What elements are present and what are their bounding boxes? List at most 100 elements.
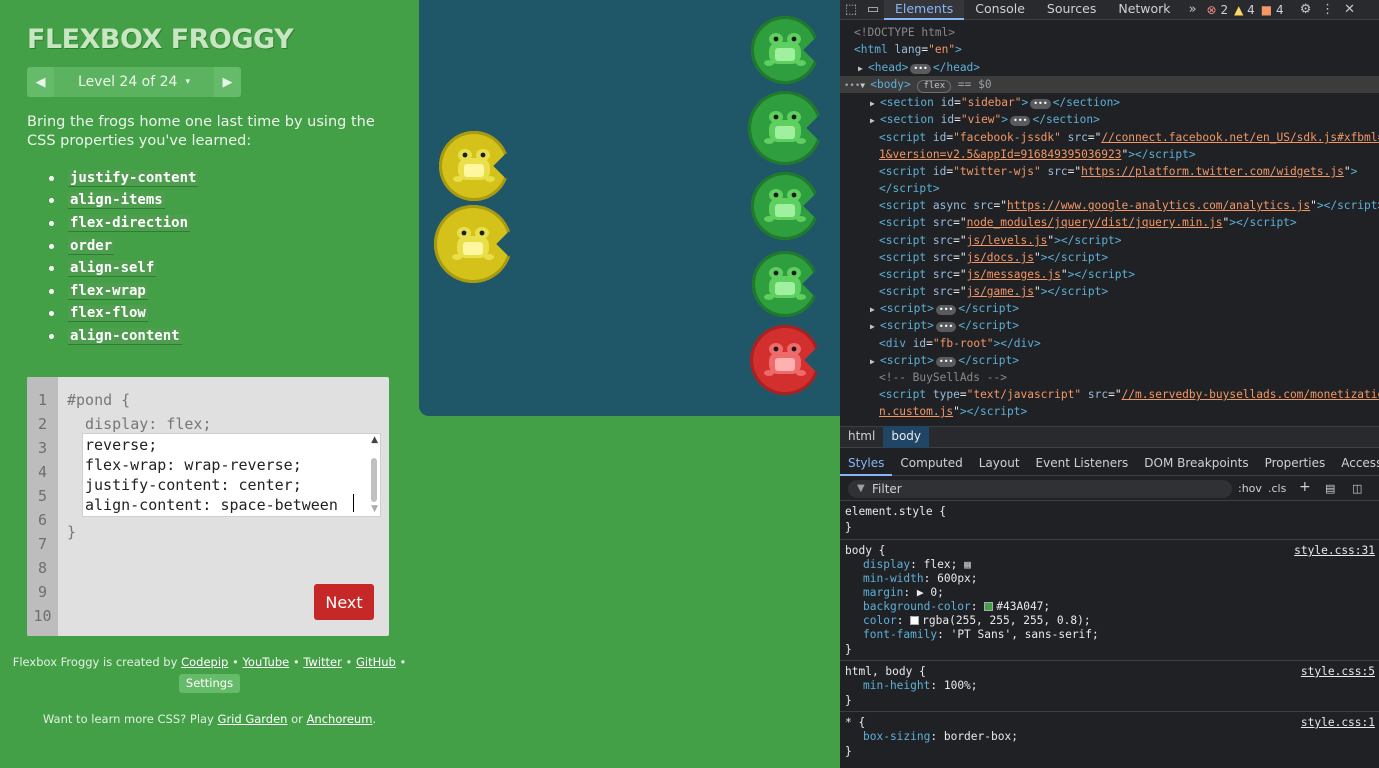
textarea-scrollbar[interactable]: ▲ ▼ (367, 434, 380, 516)
css-property[interactable]: font-family: 'PT Sans', sans-serif; (863, 628, 1099, 642)
github-link[interactable]: GitHub (356, 655, 396, 669)
rule-source-link[interactable]: style.css:1 (1301, 716, 1375, 730)
expand-arrow-icon[interactable]: ▶ (870, 95, 880, 112)
issue-count[interactable]: ■ 4 (1258, 3, 1287, 17)
script-link[interactable]: node_modules/jquery/dist/jquery.min.js (967, 216, 1223, 229)
rule-source-link[interactable]: style.css:5 (1301, 665, 1375, 679)
error-count[interactable]: ⊗ 2 (1204, 3, 1232, 17)
paint-icon[interactable]: ▤ (1325, 482, 1335, 495)
dom-node[interactable]: ▶ <script> ••• </script> (840, 300, 1379, 317)
tab-event-listeners[interactable]: Event Listeners (1028, 452, 1137, 476)
flex-badge[interactable]: flex (917, 80, 952, 93)
more-tabs-icon[interactable]: » (1182, 2, 1204, 17)
filter-input[interactable]: ▼ Filter (848, 480, 1232, 498)
class-toggle[interactable]: .cls (1268, 482, 1286, 495)
tab-network[interactable]: Network (1107, 0, 1181, 20)
dom-node[interactable]: <!DOCTYPE html> (840, 24, 1379, 41)
tab-styles[interactable]: Styles (840, 452, 893, 476)
property-flex-flow[interactable]: flex-flow (68, 305, 148, 323)
youtube-link[interactable]: YouTube (242, 655, 289, 669)
property-flex-direction[interactable]: flex-direction (68, 214, 191, 232)
scroll-down-icon[interactable]: ▼ (371, 504, 378, 514)
dom-node[interactable]: ▶ <script> ••• </script> (840, 352, 1379, 369)
expand-arrow-icon[interactable]: ▶ (870, 112, 880, 129)
grid-garden-link[interactable]: Grid Garden (218, 712, 288, 726)
script-link[interactable]: js/messages.js (967, 268, 1061, 281)
tab-elements[interactable]: Elements (884, 0, 965, 20)
next-button[interactable]: Next (314, 584, 374, 620)
css-property[interactable]: background-color: #43A047; (863, 600, 1050, 614)
anchoreum-link[interactable]: Anchoreum (307, 712, 373, 726)
warning-count[interactable]: ▲ 4 (1231, 3, 1258, 17)
css-property[interactable]: display: flex; ▦ (863, 558, 971, 572)
property-align-content[interactable]: align-content (68, 327, 182, 345)
property-align-self[interactable]: align-self (68, 260, 157, 278)
property-align-items[interactable]: align-items (68, 192, 165, 210)
dom-node[interactable]: <script src="js/docs.js"></script> (840, 249, 1379, 266)
tab-properties[interactable]: Properties (1257, 452, 1334, 476)
ellipsis-icon[interactable]: ••• (935, 322, 957, 332)
scroll-up-icon[interactable]: ▲ (371, 435, 378, 445)
css-property[interactable]: min-width: 600px; (863, 572, 978, 586)
tab-console[interactable]: Console (964, 0, 1036, 20)
property-order[interactable]: order (68, 237, 115, 255)
device-toolbar-icon[interactable]: ▭ (862, 2, 884, 17)
color-swatch[interactable] (910, 616, 920, 625)
dom-node[interactable]: <html lang="en"> (840, 41, 1379, 58)
collapse-arrow-icon[interactable]: ▼ (860, 77, 870, 94)
twitter-link[interactable]: Twitter (303, 655, 342, 669)
script-link[interactable]: 1&version=v2.5&appId=916849395036923 (879, 148, 1121, 161)
dom-node[interactable]: <script async src="https://www.google-an… (840, 197, 1379, 214)
dom-node[interactable]: 1&version=v2.5&appId=916849395036923"></… (840, 146, 1379, 163)
script-link[interactable]: //connect.facebook.net/en_US/sdk.js#xfbm… (1101, 131, 1379, 144)
tab-computed[interactable]: Computed (892, 452, 970, 476)
scroll-thumb[interactable] (371, 458, 377, 502)
breadcrumb-html[interactable]: html (840, 426, 883, 448)
tab-sources[interactable]: Sources (1036, 0, 1107, 20)
ellipsis-icon[interactable]: ••• (910, 64, 931, 74)
dom-node[interactable]: </script> (840, 180, 1379, 197)
expand-arrow-icon[interactable]: ▶ (870, 318, 880, 335)
dom-node[interactable]: <!-- BuySellAds --> (840, 369, 1379, 386)
sidebar-toggle-icon[interactable]: ◫ (1352, 482, 1362, 495)
script-link[interactable]: js/game.js (967, 285, 1034, 298)
script-link[interactable]: n.custom.js (879, 405, 953, 418)
prev-level-arrow-icon[interactable]: ◀ (27, 67, 54, 97)
close-icon[interactable]: ✕ (1339, 2, 1361, 17)
dom-node[interactable]: ▶ <section id="sidebar"> ••• </section> (840, 94, 1379, 111)
script-link[interactable]: https://www.google-analytics.com/analyti… (1007, 199, 1310, 212)
property-flex-wrap[interactable]: flex-wrap (68, 282, 148, 300)
settings-button[interactable]: Settings (178, 674, 241, 693)
ellipsis-icon[interactable]: ••• (935, 357, 957, 367)
dom-node[interactable]: ▶ <section id="view"> ••• </section> (840, 111, 1379, 128)
add-rule-icon[interactable]: + (1299, 479, 1311, 495)
inspect-element-icon[interactable]: ⬚ (840, 2, 862, 17)
tab-accessibility[interactable]: Accessibility (1333, 452, 1379, 476)
dom-node[interactable]: <script type="text/javascript" src="//m.… (840, 386, 1379, 403)
ellipsis-icon[interactable]: ••• (1030, 99, 1051, 109)
script-link[interactable]: js/docs.js (967, 251, 1034, 264)
dom-node[interactable]: <script src="js/game.js"></script> (840, 283, 1379, 300)
css-property[interactable]: min-height: 100%; (863, 679, 978, 693)
hover-state-toggle[interactable]: :hov (1238, 482, 1262, 495)
expand-arrow-icon[interactable]: ▶ (870, 353, 880, 370)
level-indicator[interactable]: Level 24 of 24 ▾ (54, 67, 214, 97)
dom-node[interactable]: ▶ <script> ••• </script> (840, 317, 1379, 334)
expand-arrow-icon[interactable]: ▶ (858, 60, 868, 77)
expand-arrow-icon[interactable]: ▶ (870, 301, 880, 318)
flexbox-editor-icon[interactable]: ▦ (964, 558, 971, 571)
script-link[interactable]: //m.servedby-buysellads.com/monetizatio (1122, 388, 1379, 401)
dom-node[interactable]: <script id="twitter-wjs" src="https://pl… (840, 163, 1379, 180)
next-level-arrow-icon[interactable]: ▶ (214, 67, 241, 97)
color-swatch[interactable] (984, 602, 994, 611)
kebab-menu-icon[interactable]: ⋮ (1317, 2, 1339, 17)
code-textarea[interactable]: reverse; flex-wrap: wrap-reverse; justif… (82, 433, 381, 517)
codepip-link[interactable]: Codepip (181, 655, 228, 669)
css-property[interactable]: color: rgba(255, 255, 255, 0.8); (863, 614, 1091, 628)
tab-dom-breakpoints[interactable]: DOM Breakpoints (1136, 452, 1256, 476)
ellipsis-icon[interactable]: ••• (935, 305, 957, 315)
property-justify-content[interactable]: justify-content (68, 169, 199, 187)
css-property[interactable]: box-sizing: border-box; (863, 730, 1018, 744)
ellipsis-icon[interactable]: ••• (1010, 116, 1031, 126)
script-link[interactable]: js/levels.js (967, 234, 1048, 247)
